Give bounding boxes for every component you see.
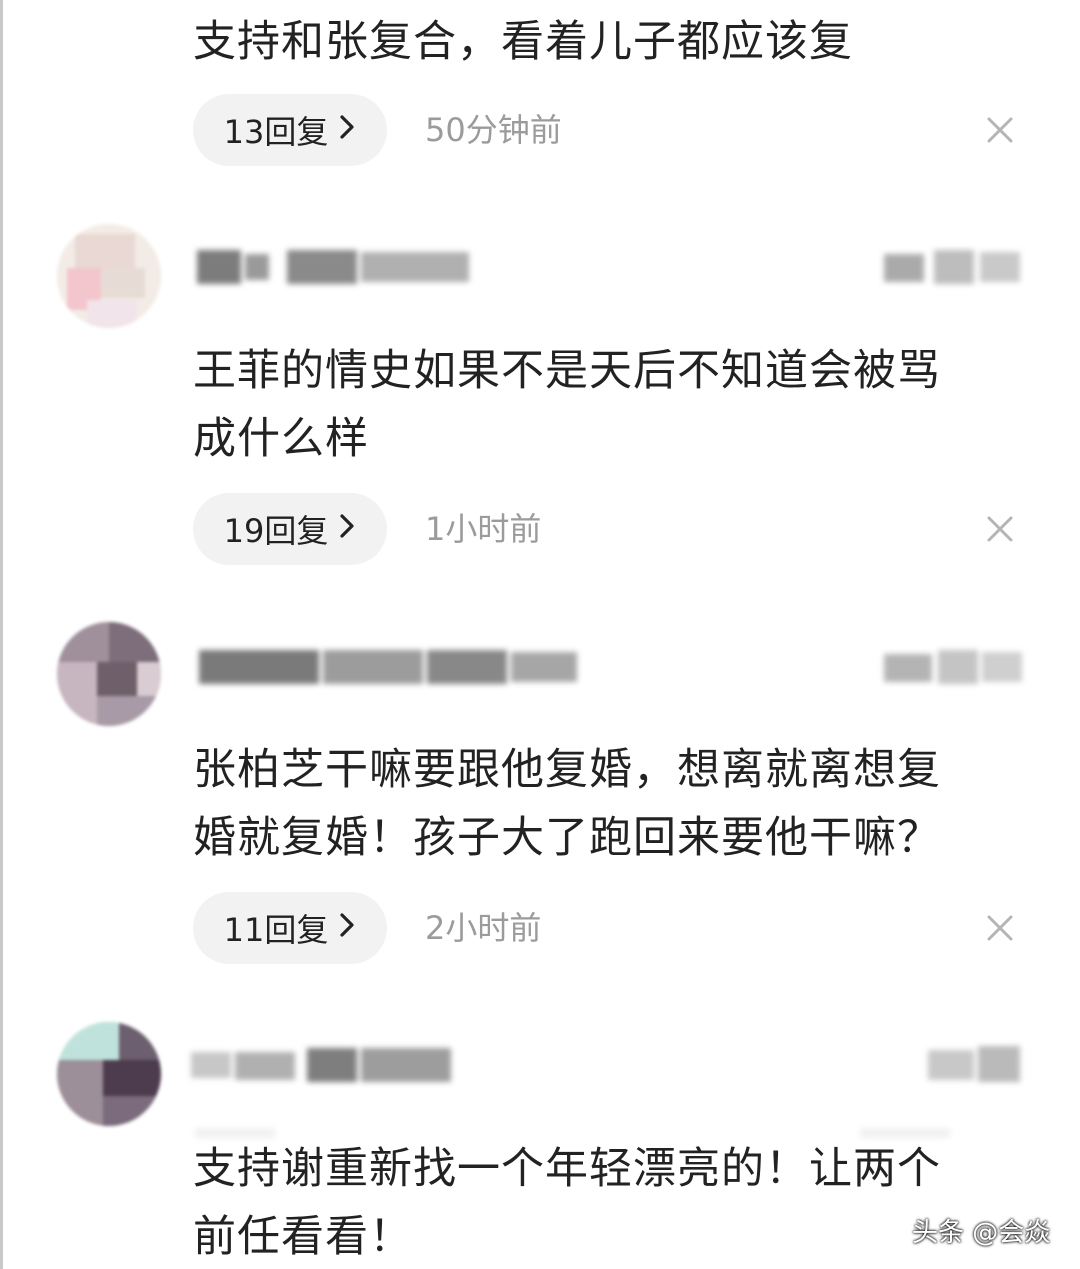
- chevron-right-icon: [338, 911, 356, 946]
- username-blurred[interactable]: [181, 638, 581, 694]
- replies-button[interactable]: 19回复: [193, 493, 387, 565]
- timestamp: 1小时前: [425, 510, 542, 548]
- close-icon[interactable]: [982, 94, 1018, 166]
- replies-button[interactable]: 11回复: [193, 892, 387, 964]
- comment-text: 张柏芝干嘛要跟他复婚，想离就离想复 婚就复婚！孩子大了跑回来要他干嘛？: [193, 736, 1023, 872]
- comment-text-line: 前任看看！: [193, 1212, 413, 1262]
- timestamp: 50分钟前: [425, 111, 562, 149]
- watermark: 头条 @会焱: [912, 1218, 1051, 1248]
- replies-button[interactable]: 13回复: [193, 94, 387, 166]
- reply-count-label: 13回复: [223, 113, 329, 151]
- timestamp: 2小时前: [425, 909, 542, 947]
- comment-list: 支持和张复合，看着儿子都应该复 13回复 50分钟前 王菲的情史如果不是天后不知…: [0, 0, 1080, 1269]
- left-border: [0, 0, 3, 1269]
- avatar[interactable]: [57, 224, 161, 328]
- chevron-right-icon: [338, 113, 356, 148]
- reply-count-label: 19回复: [223, 512, 329, 550]
- meta-blurred: [924, 1036, 1024, 1092]
- avatar[interactable]: [57, 622, 161, 726]
- username-blurred[interactable]: [181, 238, 471, 294]
- comment-text-line: 张柏芝干嘛要跟他复婚，想离就离想复: [193, 745, 941, 795]
- comment-text-line: 成什么样: [193, 414, 369, 464]
- avatar[interactable]: [57, 1022, 161, 1126]
- reply-count-label: 11回复: [223, 911, 329, 949]
- comment-text-line: 王菲的情史如果不是天后不知道会被骂: [193, 346, 941, 396]
- chevron-right-icon: [338, 512, 356, 547]
- comment-text: 支持谢重新找一个年轻漂亮的！让两个 前任看看！: [193, 1135, 1023, 1269]
- meta-blurred: [880, 638, 1024, 694]
- username-blurred[interactable]: [181, 1036, 461, 1092]
- comment-text-line: 婚就复婚！孩子大了跑回来要他干嘛？: [193, 813, 941, 863]
- comment-text: 王菲的情史如果不是天后不知道会被骂 成什么样: [193, 337, 1023, 473]
- meta-blurred: [880, 238, 1024, 294]
- comment-text-line: 支持谢重新找一个年轻漂亮的！让两个: [193, 1144, 941, 1194]
- comment-text: 支持和张复合，看着儿子都应该复: [193, 17, 853, 67]
- close-icon[interactable]: [982, 892, 1018, 964]
- close-icon[interactable]: [982, 493, 1018, 565]
